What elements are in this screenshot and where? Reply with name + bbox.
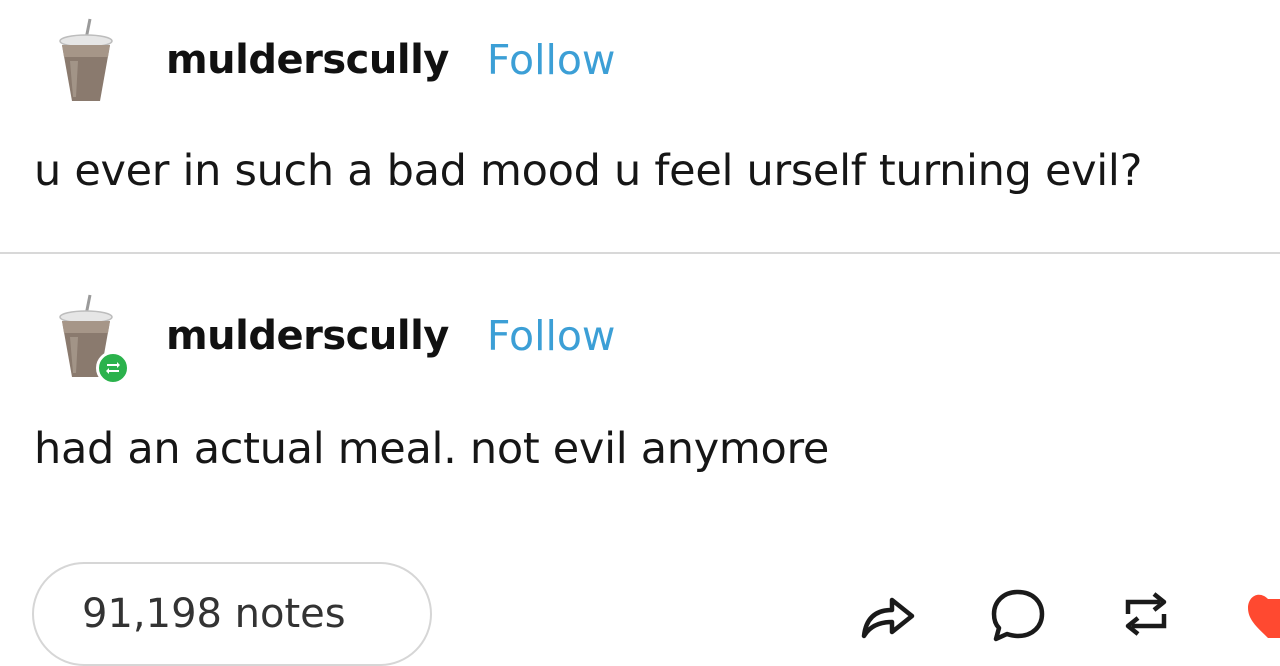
share-button[interactable]	[858, 584, 918, 644]
heart-icon	[1248, 594, 1280, 638]
reblog-button[interactable]	[1116, 584, 1176, 644]
reblog-badge-icon	[96, 351, 130, 385]
like-button[interactable]	[1238, 584, 1280, 644]
post-header: mulderscully Follow	[56, 14, 615, 106]
follow-button[interactable]: Follow	[487, 36, 616, 84]
divider	[0, 252, 1280, 254]
iced-coffee-icon	[59, 18, 113, 101]
comment-icon	[991, 589, 1045, 642]
username[interactable]: mulderscully	[166, 313, 449, 359]
comment-button[interactable]	[988, 584, 1048, 644]
tumblr-post: mulderscully Follow u ever in such a bad…	[0, 0, 1280, 666]
username[interactable]: mulderscully	[166, 37, 449, 83]
reblog-header: mulderscully Follow	[56, 290, 616, 385]
notes-count: 91,198 notes	[82, 591, 346, 637]
post-body-text: u ever in such a bad mood u feel urself …	[34, 146, 1143, 196]
follow-button[interactable]: Follow	[487, 312, 616, 360]
share-icon	[861, 597, 915, 639]
avatar[interactable]	[56, 17, 116, 103]
reblog-icon	[1125, 592, 1167, 636]
notes-count-button[interactable]: 91,198 notes	[32, 562, 432, 666]
post-body-text: had an actual meal. not evil anymore	[34, 424, 830, 474]
avatar[interactable]	[56, 293, 130, 385]
